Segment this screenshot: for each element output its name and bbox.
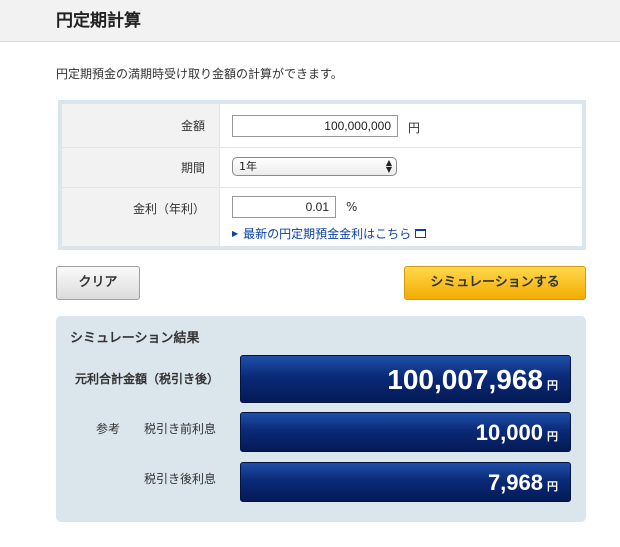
page-header: 円定期計算 [0, 0, 620, 42]
aftertax-unit: 円 [547, 480, 558, 493]
reference-label: 参考 [96, 422, 121, 436]
rate-label: 金利（年利） [62, 188, 220, 246]
intro-text: 円定期預金の満期時受け取り金額の計算ができます。 [56, 67, 343, 81]
amount-row: 金額 円 [62, 104, 582, 148]
simulate-button[interactable]: シミュレーションする [404, 266, 586, 300]
aftertax-value-panel: 7,968 円 [240, 462, 571, 502]
latest-rate-link-text[interactable]: 最新の円定期預金金利はこちら [243, 225, 411, 242]
total-value-panel: 100,007,968 円 [240, 355, 571, 403]
select-arrows-icon: ▲ ▼ [385, 158, 392, 174]
amount-label: 金額 [62, 104, 220, 147]
pretax-value-panel: 10,000 円 [240, 412, 571, 452]
rate-row: 金利（年利） % ▶ 最新の円定期預金金利はこちら [62, 188, 582, 246]
amount-unit: 円 [408, 121, 421, 135]
total-label: 元利合計金額（税引き後） [75, 372, 220, 386]
external-window-icon [415, 229, 427, 238]
result-title: シミュレーション結果 [70, 331, 200, 346]
aftertax-interest-label: 税引き後利息 [144, 472, 217, 486]
calculator-form: 金額 円 期間 1年 ▲▼ 金利（年利） % ▶ 最新の円定期預 [58, 100, 586, 250]
period-row: 期間 1年 ▲ ▼ [62, 148, 582, 188]
rate-input[interactable] [232, 196, 336, 218]
form-table: 金額 円 期間 1年 ▲▼ 金利（年利） % ▶ 最新の円定期預 [62, 104, 582, 246]
pretax-interest-value: 10,000 [475, 420, 543, 445]
period-selected-value: 1年 [239, 160, 257, 173]
period-label: 期間 [62, 148, 220, 187]
pretax-unit: 円 [547, 430, 558, 443]
clear-button[interactable]: クリア [56, 266, 140, 300]
period-select[interactable]: 1年 ▲ ▼ [232, 157, 397, 176]
result-panel: シミュレーション結果 元利合計金額（税引き後） 100,007,968 円 参考 … [56, 316, 586, 522]
total-value: 100,007,968 [387, 364, 543, 395]
rate-unit: % [346, 200, 358, 214]
total-unit: 円 [547, 379, 558, 392]
amount-field-cell: 円 [220, 104, 582, 147]
rate-field-cell: % ▶ 最新の円定期預金金利はこちら [220, 188, 582, 246]
amount-input[interactable] [232, 115, 398, 137]
period-field-cell: 1年 ▲ ▼ [220, 148, 582, 187]
play-arrow-icon: ▶ [232, 229, 239, 238]
page-title: 円定期計算 [56, 11, 141, 31]
latest-rate-link[interactable]: ▶ 最新の円定期預金金利はこちら [232, 225, 427, 242]
pretax-interest-label: 税引き前利息 [144, 422, 217, 436]
aftertax-interest-value: 7,968 [487, 470, 543, 495]
